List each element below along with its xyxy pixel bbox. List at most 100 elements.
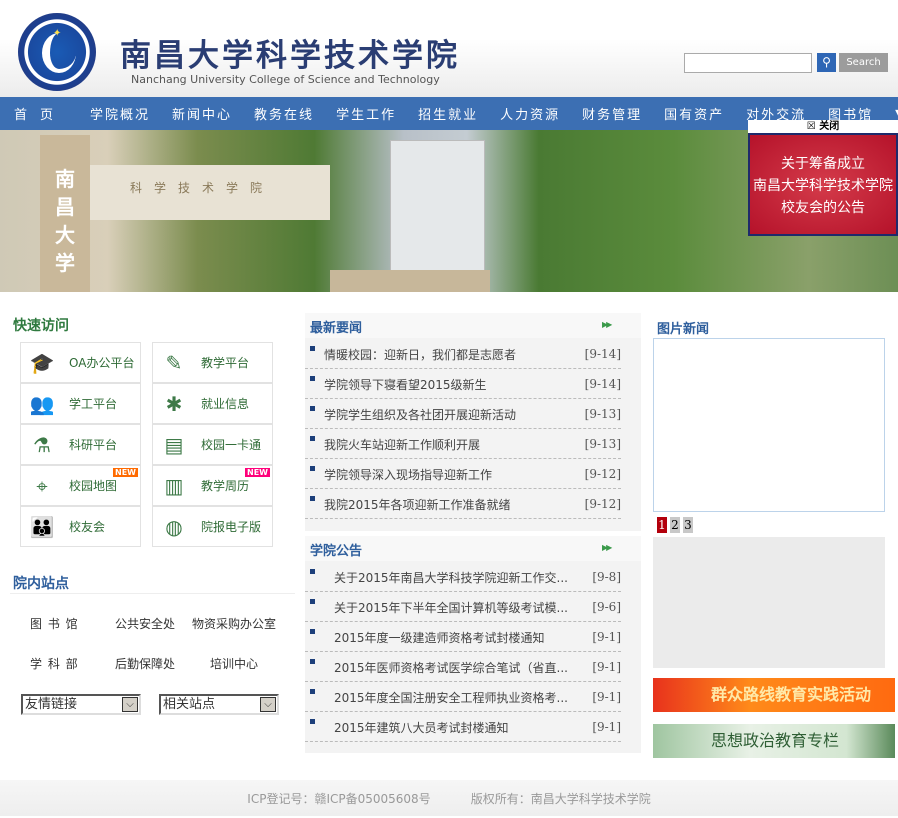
nav-item[interactable]: 招生就业 [418,104,478,123]
sites-title: 院内站点 [13,576,69,592]
item-title[interactable]: 学院领导下寝看望2015级新生 [324,376,487,393]
list-item[interactable]: 情暖校园：迎新日，我们都是志愿者 [9-14] [305,339,621,369]
news-list: 情暖校园：迎新日，我们都是志愿者 [9-14] 学院领导下寝看望2015级新生 [9-… [305,338,641,519]
popup-line: 校友会的公告 [781,200,865,216]
list-item[interactable]: 关于2015年南昌大学科技学院迎新工作交... [9-8] [305,562,621,592]
bullet-icon [310,346,315,351]
item-title[interactable]: 学院领导深入现场指导迎新工作 [324,466,492,483]
nav-item[interactable]: 财务管理 [582,104,642,123]
nav-item[interactable]: 国有资产 [664,104,724,123]
list-item[interactable]: 2015年度一级建造师资格考试封楼通知 [9-1] [305,622,621,652]
item-title[interactable]: 2015年医师资格考试医学综合笔试（省直... [334,659,568,676]
site-link[interactable]: 公共安全处 [115,615,175,632]
site-title: 南昌大学科学技术学院 [120,38,460,74]
banner-text: 思想政治教育专栏 [711,731,840,750]
quick-access-item[interactable]: ✱ 就业信息 [152,383,273,424]
list-item[interactable]: 我院火车站迎新工作顺利开展 [9-13] [305,429,621,459]
list-item[interactable]: 关于2015年下半年全国计算机等级考试模... [9-6] [305,592,621,622]
nav-item[interactable]: 首页 [14,104,66,123]
book-icon: ▥ [164,473,184,498]
quick-access-item[interactable]: 🎓 OA办公平台 [20,342,141,383]
item-title[interactable]: 2015年度全国注册安全工程师执业资格考... [334,689,568,706]
notice-header: 学院公告 ▶▶ [305,536,641,561]
search-icon[interactable]: ⚲ [817,53,836,72]
list-item[interactable]: 学院学生组织及各社团开展迎新活动 [9-13] [305,399,621,429]
friend-links-select[interactable]: 友情链接 ⌵ [21,694,141,715]
site-subtitle: Nanchang University College of Science a… [131,73,440,86]
quick-access-item[interactable]: ✎ 教学平台 [152,342,273,383]
popup-close-button[interactable]: ☒ 关闭 [748,120,898,133]
related-sites-select[interactable]: 相关站点 ⌵ [159,694,279,715]
item-title[interactable]: 情暖校园：迎新日，我们都是志愿者 [324,346,516,363]
banner-text: 群众路线教育实践活动 [711,685,872,704]
road [330,270,490,292]
search-input[interactable] [684,53,812,73]
bullet-icon [310,376,315,381]
item-title[interactable]: 关于2015年南昌大学科技学院迎新工作交... [334,569,568,586]
item-title[interactable]: 学院学生组织及各社团开展迎新活动 [324,406,516,423]
icp-number: ICP登记号：赣ICP备05005608号 [247,792,431,806]
college-logo[interactable]: ✦ [18,13,96,91]
page-2[interactable]: 2 [670,517,680,533]
news-title: 最新要闻 [310,321,363,336]
item-title[interactable]: 我院2015年各项迎新工作准备就绪 [324,496,511,513]
globe-icon: ◍ [165,514,183,539]
group-icon: 👪 [29,514,55,539]
page-3[interactable]: 3 [683,517,693,533]
list-item[interactable]: 学院领导深入现场指导迎新工作 [9-12] [305,459,621,489]
nav-item[interactable]: 新闻中心 [172,104,232,123]
site-link[interactable]: 图 书 馆 [30,615,79,632]
gate-beam-text: 科学技术学院 [90,165,330,220]
nav-item[interactable]: 人力资源 [500,104,560,123]
nav-item[interactable]: 学生工作 [336,104,396,123]
photo-caption-area [653,537,885,668]
more-arrow-icon[interactable]: ▶▶ [602,320,612,329]
bullet-icon [310,659,315,664]
nav-item[interactable]: 教务在线 [254,104,314,123]
announcement-popup[interactable]: 关于筹备成立 南昌大学科学技术学院 校友会的公告 [748,133,898,236]
item-title[interactable]: 关于2015年下半年全国计算机等级考试模... [334,599,568,616]
quick-access-item[interactable]: ▥ 教学周历 NEW [152,465,273,506]
bullet-icon [310,689,315,694]
item-title[interactable]: 我院火车站迎新工作顺利开展 [324,436,480,453]
item-title[interactable]: 2015年建筑八大员考试封楼通知 [334,719,509,736]
page-1[interactable]: 1 [657,517,667,533]
quick-access-label: OA办公平台 [69,356,135,370]
select-value: 相关站点 [163,697,216,712]
site-link[interactable]: 后勤保障处 [115,655,175,672]
quick-access-item[interactable]: ⌖ 校园地图 NEW [20,465,141,506]
popup-line: 南昌大学科学技术学院 [753,178,893,194]
site-link[interactable]: 物资采购办公室 [192,615,276,632]
new-badge: NEW [245,468,270,477]
list-item[interactable]: 2015年度全国注册安全工程师执业资格考... [9-1] [305,682,621,712]
list-item[interactable]: 2015年医师资格考试医学综合笔试（省直... [9-1] [305,652,621,682]
nav-item[interactable]: 学院概况 [90,104,150,123]
list-item[interactable]: 2015年建筑八大员考试封楼通知 [9-1] [305,712,621,742]
site-link[interactable]: 培训中心 [210,655,258,672]
new-badge: NEW [113,468,138,477]
quick-access-item[interactable]: 👪 校友会 [20,506,141,547]
item-date: [9-12] [584,497,621,511]
photo-pager: 1 2 3 [653,512,885,537]
list-item[interactable]: 学院领导下寝看望2015级新生 [9-14] [305,369,621,399]
bullet-icon [310,569,315,574]
item-title[interactable]: 2015年度一级建造师资格考试封楼通知 [334,629,545,646]
quick-access-label: 学工平台 [69,397,118,411]
quick-access-item[interactable]: ◍ 院报电子版 [152,506,273,547]
quick-access-item[interactable]: ▤ 校园一卡通 [152,424,273,465]
mass-line-banner[interactable]: 群众路线教育实践活动 [653,678,895,712]
search-button[interactable]: Search [839,53,888,72]
quick-access-item[interactable]: 👥 学工平台 [20,383,141,424]
site-link[interactable]: 学 科 部 [30,655,79,672]
political-education-banner[interactable]: 思想政治教育专栏 [653,724,895,758]
bullet-icon [310,466,315,471]
item-date: [9-14] [584,347,621,361]
item-date: [9-8] [592,570,621,584]
list-item[interactable]: 我院2015年各项迎新工作准备就绪 [9-12] [305,489,621,519]
notice-title: 学院公告 [310,544,363,559]
quick-access-label: 校园地图 [69,479,118,493]
item-date: [9-12] [584,467,621,481]
photo-news-image[interactable] [653,338,885,512]
quick-access-item[interactable]: ⚗ 科研平台 [20,424,141,465]
more-arrow-icon[interactable]: ▶▶ [602,543,612,552]
